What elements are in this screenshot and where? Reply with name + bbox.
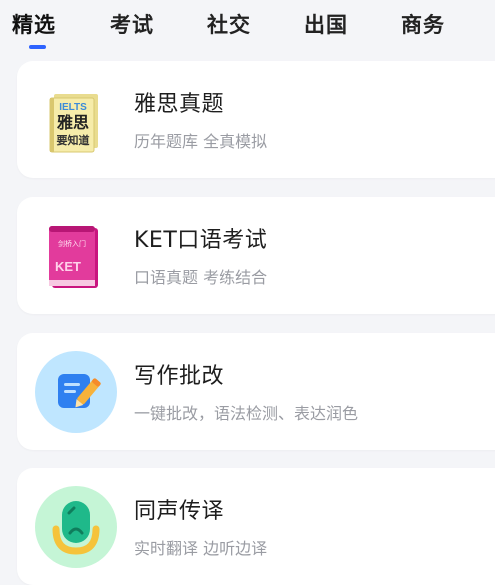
tab-business[interactable]: 商务 (401, 9, 445, 39)
card-title: KET口语考试 (134, 228, 268, 253)
svg-text:雅思: 雅思 (56, 113, 89, 132)
card-subtitle: 一键批改，语法检测、表达润色 (134, 404, 359, 423)
svg-text:要知道: 要知道 (57, 133, 90, 147)
card-writing-correction[interactable]: 写作批改 一键批改，语法检测、表达润色 (17, 333, 495, 450)
card-subtitle: 口语真题 考练结合 (134, 268, 268, 287)
svg-text:KET: KET (55, 259, 81, 274)
card-title: 写作批改 (134, 364, 225, 389)
tab-abroad[interactable]: 出国 (304, 9, 348, 39)
card-subtitle: 实时翻译 边听边译 (134, 539, 268, 558)
svg-text:剑桥入门: 剑桥入门 (58, 239, 86, 248)
card-simultaneous-interpretation[interactable]: 同声传译 实时翻译 边听边译 (17, 468, 495, 585)
svg-text:IELTS: IELTS (59, 102, 87, 113)
active-tab-indicator (29, 45, 46, 49)
card-title: 同声传译 (134, 499, 225, 524)
ielts-book-icon: IELTS 雅思 要知道 (34, 78, 118, 162)
tab-exam[interactable]: 考试 (110, 9, 154, 39)
card-subtitle: 历年题库 全真模拟 (134, 132, 268, 151)
card-title: 雅思真题 (134, 92, 225, 117)
card-ket-speaking[interactable]: 剑桥入门 KET KET口语考试 口语真题 考练结合 (17, 197, 495, 314)
tab-featured[interactable]: 精选 (12, 9, 56, 39)
ket-book-icon: 剑桥入门 KET (34, 214, 118, 298)
tab-social[interactable]: 社交 (207, 9, 251, 39)
card-ielts-exam[interactable]: IELTS 雅思 要知道 雅思真题 历年题库 全真模拟 (17, 61, 495, 178)
microphone-icon (34, 485, 118, 569)
category-tab-bar: 精选 考试 社交 出国 商务 (0, 0, 495, 56)
writing-pencil-icon (34, 350, 118, 434)
